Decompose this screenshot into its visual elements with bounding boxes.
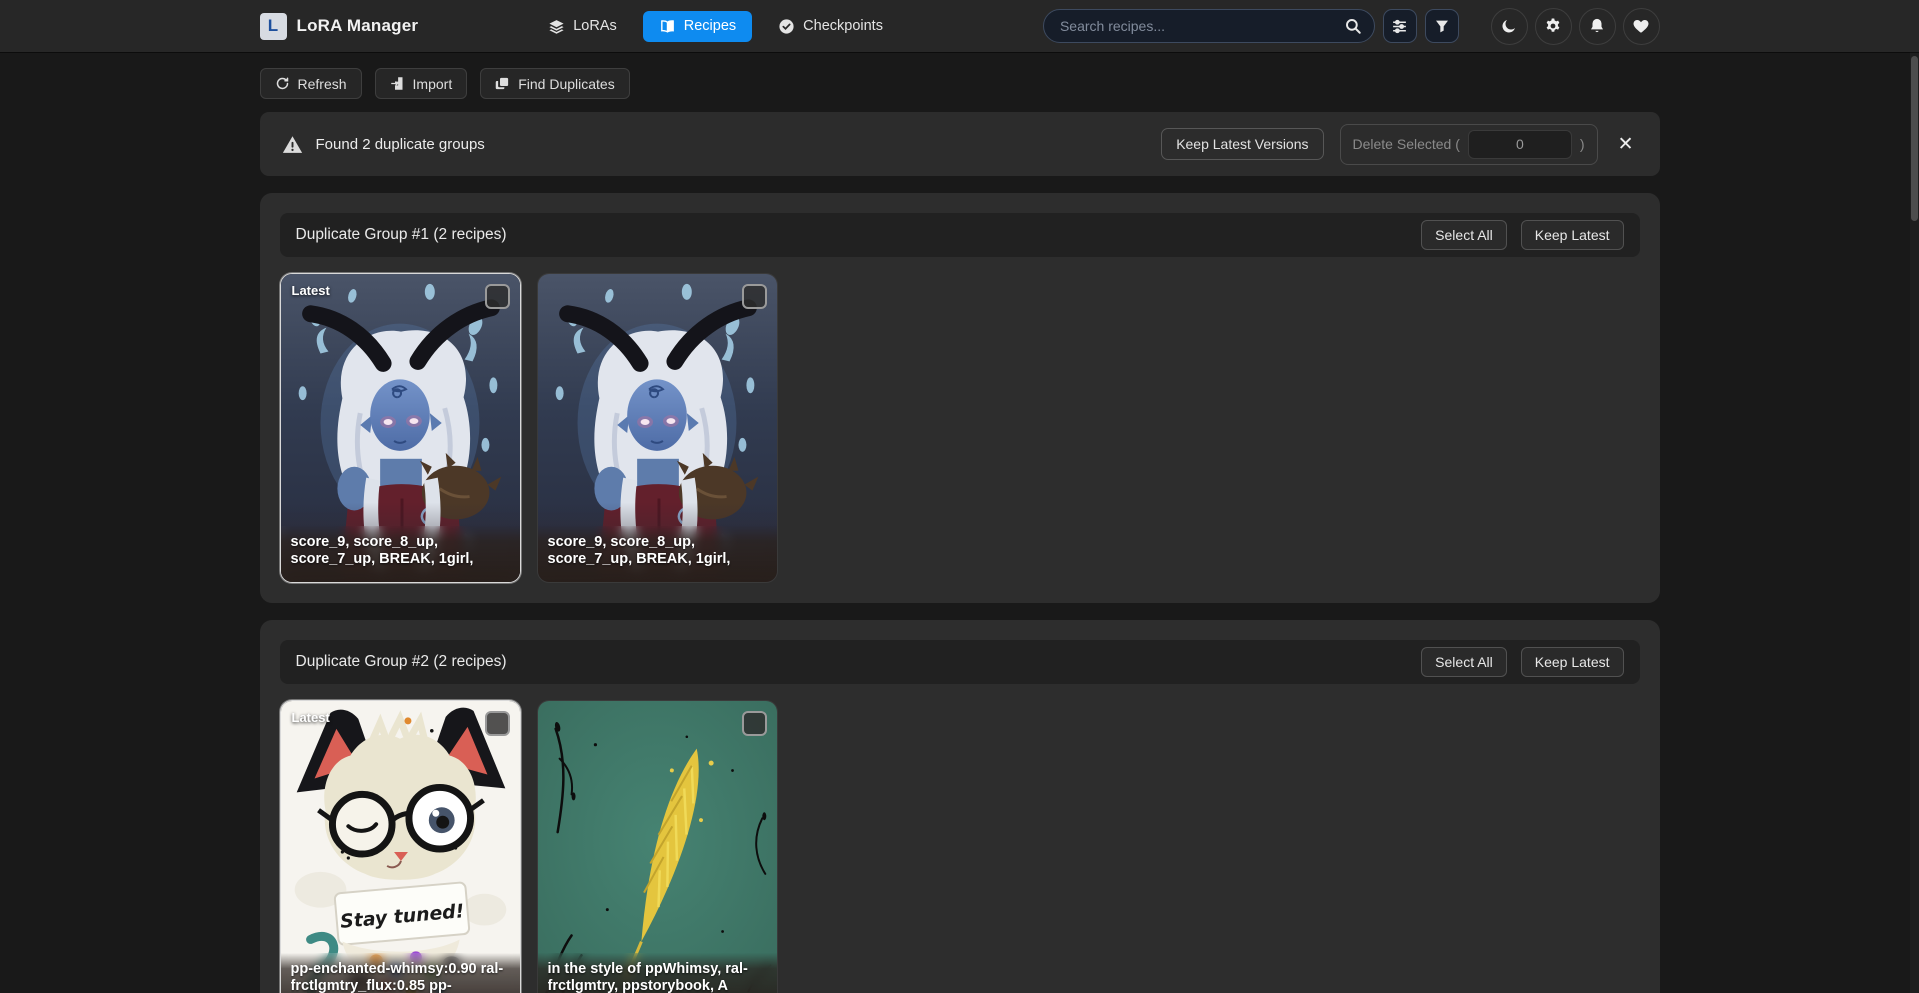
recipe-caption: score_9, score_8_up, score_7_up, BREAK, …	[538, 526, 777, 582]
card-checkbox[interactable]	[742, 711, 767, 736]
funnel-icon	[1434, 18, 1450, 34]
recipe-caption: in the style of ppWhimsy, ral-frctlgmtry…	[538, 953, 777, 993]
app-logo-letter: L	[268, 16, 278, 36]
find-duplicates-button[interactable]: Find Duplicates	[480, 68, 630, 99]
search-box[interactable]	[1043, 9, 1375, 43]
delete-selected-button[interactable]: Delete Selected ( )	[1340, 124, 1598, 165]
recipe-card[interactable]: Latest pp-enchanted-whimsy:0.90 ral-frct…	[280, 700, 521, 993]
gear-icon	[1544, 17, 1562, 35]
recipe-caption: pp-enchanted-whimsy:0.90 ral-frctlgmtry_…	[281, 953, 520, 993]
bell-icon	[1588, 17, 1606, 35]
toolbar: Refresh Import Find Duplicates	[260, 68, 1660, 99]
selected-count-input[interactable]	[1468, 130, 1572, 159]
tab-checkpoints-label: Checkpoints	[803, 18, 883, 34]
recipe-prompt-text: in the style of ppWhimsy, ral-frctlgmtry…	[548, 961, 767, 993]
search-icon[interactable]	[1344, 17, 1362, 35]
refresh-label: Refresh	[298, 76, 347, 92]
recipe-card[interactable]: score_9, score_8_up, score_7_up, BREAK, …	[537, 273, 778, 583]
warning-icon	[282, 134, 303, 155]
delete-selected-suffix: )	[1580, 136, 1585, 152]
layers-icon	[548, 18, 565, 35]
group-1-header: Duplicate Group #1 (2 recipes) Select Al…	[280, 213, 1640, 257]
check-circle-icon	[778, 18, 795, 35]
group-2-select-all-button[interactable]: Select All	[1421, 647, 1507, 677]
keep-latest-versions-button[interactable]: Keep Latest Versions	[1161, 128, 1323, 160]
duplicate-group-2: Duplicate Group #2 (2 recipes) Select Al…	[260, 620, 1660, 993]
sliders-icon	[1391, 18, 1408, 35]
settings-button[interactable]	[1535, 8, 1572, 45]
search-area	[1043, 9, 1459, 43]
recipe-card[interactable]: Latest score_9, score_8_up, score_7_up, …	[280, 273, 521, 583]
cat-stay-tuned-artwork	[281, 701, 520, 993]
group-2-title: Duplicate Group #2 (2 recipes)	[296, 653, 507, 671]
search-input[interactable]	[1060, 18, 1344, 34]
page-scrollbar[interactable]	[1910, 52, 1919, 993]
file-import-icon	[390, 76, 405, 91]
import-button[interactable]: Import	[375, 68, 468, 99]
app-logo: L	[260, 13, 287, 40]
group-2-header: Duplicate Group #2 (2 recipes) Select Al…	[280, 640, 1640, 684]
theme-toggle-button[interactable]	[1491, 8, 1528, 45]
delete-selected-prefix: Delete Selected (	[1353, 136, 1460, 152]
recipe-prompt-text: score_9, score_8_up, score_7_up, BREAK, …	[291, 534, 510, 569]
group-1-cards: Latest score_9, score_8_up, score_7_up, …	[280, 273, 1640, 583]
page-content: Refresh Import Find Duplicates Found 2 d…	[260, 68, 1660, 993]
find-duplicates-label: Find Duplicates	[518, 76, 615, 92]
top-navbar: L LoRA Manager LoRAs Recipes C	[0, 0, 1919, 52]
tab-loras-label: LoRAs	[573, 18, 617, 34]
duplicate-group-1: Duplicate Group #1 (2 recipes) Select Al…	[260, 193, 1660, 603]
main-navigation: LoRAs Recipes Checkpoints	[536, 11, 895, 42]
heart-icon	[1632, 17, 1650, 35]
tab-loras[interactable]: LoRAs	[536, 11, 629, 42]
close-alert-button[interactable]: ✕	[1614, 131, 1638, 158]
navbar-actions	[1491, 8, 1660, 45]
group-2-keep-latest-button[interactable]: Keep Latest	[1521, 647, 1624, 677]
group-2-cards: Latest pp-enchanted-whimsy:0.90 ral-frct…	[280, 700, 1640, 993]
app-brand[interactable]: L LoRA Manager	[260, 13, 419, 40]
alert-message: Found 2 duplicate groups	[316, 136, 485, 153]
card-checkbox[interactable]	[485, 711, 510, 736]
tab-recipes[interactable]: Recipes	[643, 11, 752, 42]
refresh-icon	[275, 76, 290, 91]
search-options-button[interactable]	[1383, 9, 1417, 43]
refresh-button[interactable]: Refresh	[260, 68, 362, 99]
import-label: Import	[413, 76, 453, 92]
recipe-card[interactable]: in the style of ppWhimsy, ral-frctlgmtry…	[537, 700, 778, 993]
group-1-select-all-button[interactable]: Select All	[1421, 220, 1507, 250]
latest-badge: Latest	[292, 710, 330, 725]
notifications-button[interactable]	[1579, 8, 1616, 45]
recipe-caption: score_9, score_8_up, score_7_up, BREAK, …	[281, 526, 520, 582]
tab-recipes-label: Recipes	[684, 18, 736, 34]
group-1-keep-latest-button[interactable]: Keep Latest	[1521, 220, 1624, 250]
scrollbar-thumb[interactable]	[1911, 56, 1918, 221]
support-button[interactable]	[1623, 8, 1660, 45]
recipe-prompt-text: score_9, score_8_up, score_7_up, BREAK, …	[548, 534, 767, 569]
card-checkbox[interactable]	[742, 284, 767, 309]
latest-badge: Latest	[292, 283, 330, 298]
filter-button[interactable]	[1425, 9, 1459, 43]
card-checkbox[interactable]	[485, 284, 510, 309]
recipe-prompt-text: pp-enchanted-whimsy:0.90 ral-frctlgmtry_…	[291, 961, 510, 993]
moon-icon	[1500, 17, 1518, 35]
group-1-title: Duplicate Group #1 (2 recipes)	[296, 226, 507, 244]
book-icon	[659, 18, 676, 35]
duplicates-alert-bar: Found 2 duplicate groups Keep Latest Ver…	[260, 112, 1660, 176]
app-title: LoRA Manager	[297, 16, 419, 36]
tab-checkpoints[interactable]: Checkpoints	[766, 11, 895, 42]
duplicates-icon	[495, 76, 510, 91]
yellow-feather-artwork	[538, 701, 777, 993]
